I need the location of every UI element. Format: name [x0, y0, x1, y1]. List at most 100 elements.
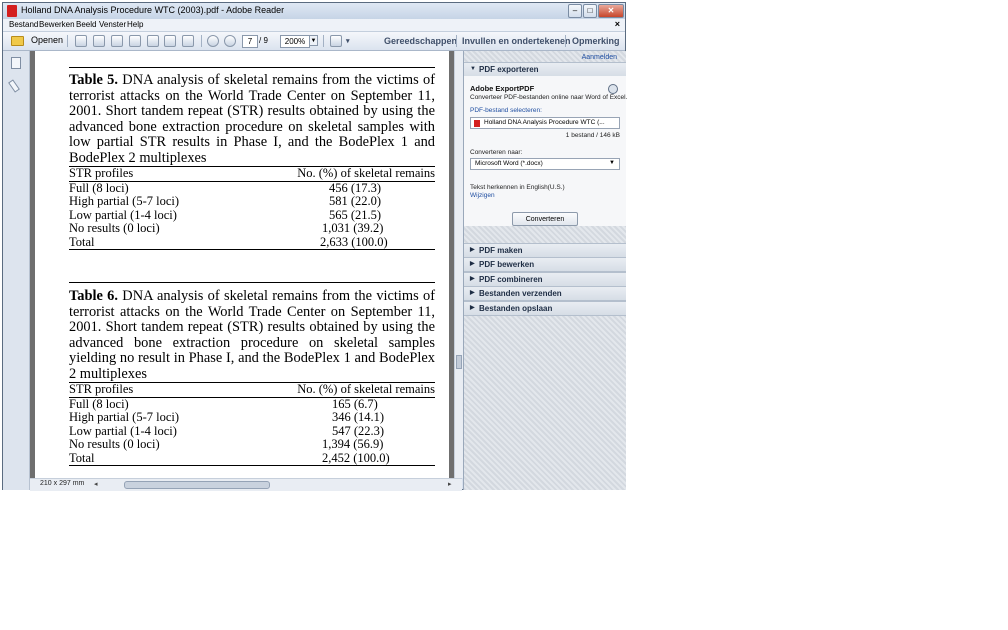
folder-icon [11, 36, 24, 46]
toolbar-separator [456, 35, 457, 47]
section-label: PDF bewerken [479, 260, 535, 269]
section-pdf-bewerken[interactable]: ▶ PDF bewerken [464, 257, 626, 272]
save-icon[interactable] [147, 35, 159, 47]
table-rule [69, 249, 435, 250]
row-value: 2,633 (100.0) [320, 234, 388, 249]
select-file-link[interactable]: PDF-bestand selecteren: [470, 107, 542, 114]
table-row: High partial (5-7 loci) 346 (14.1) [69, 410, 435, 425]
collapsed-arrow-icon: ▶ [470, 305, 475, 311]
section-bestanden-verzenden[interactable]: ▶ Bestanden verzenden [464, 286, 626, 301]
menu-bar: Bestand Bewerken Beeld Venster Help × [3, 19, 625, 32]
table-row: No results (0 loci) 1,031 (39.2) [69, 221, 435, 236]
export-description: Converteer PDF-bestanden online naar Wor… [470, 94, 628, 101]
page-thumbnails-icon[interactable] [11, 57, 21, 69]
file-name: Holland DNA Analysis Procedure WTC (... [484, 119, 605, 126]
convert-to-label: Converteren naar: [470, 149, 523, 156]
menu-venster[interactable]: Venster [99, 20, 126, 29]
table-header: STR profiles No. (%) of skeletal remains [69, 382, 435, 397]
export-pdf-body: Adobe ExportPDF Converteer PDF-bestanden… [464, 76, 628, 226]
comment-button[interactable]: Opmerking [572, 36, 620, 46]
column-header: No. (%) of skeletal remains [297, 166, 435, 180]
table-row: Low partial (1-4 loci) 565 (21.5) [69, 207, 435, 223]
toolbar: Openen 7 / 9 200% ▼ ▾ Gereedschappen Inv… [3, 32, 625, 51]
open-button[interactable]: Openen [11, 34, 63, 48]
combine-icon[interactable] [93, 35, 105, 47]
horizontal-scrollbar-thumb[interactable] [124, 481, 270, 489]
email-icon[interactable] [182, 35, 194, 47]
menu-beeld[interactable]: Beeld [76, 20, 96, 29]
collapsed-arrow-icon: ▶ [470, 247, 475, 253]
scrollbar-thumb[interactable] [456, 355, 462, 369]
page-size-label: 210 x 297 mm [40, 480, 85, 487]
cloud-upload-icon[interactable] [129, 35, 141, 47]
table-row: Full (8 loci) 165 (6.7) [69, 396, 435, 412]
section-pdf-combineren[interactable]: ▶ PDF combineren [464, 272, 626, 287]
column-header: No. (%) of skeletal remains [297, 382, 435, 396]
collapsed-arrow-icon: ▶ [470, 261, 475, 267]
table-5: Table 5. DNA analysis of skeletal remain… [69, 72, 435, 250]
convert-button[interactable]: Converteren [512, 212, 578, 226]
scroll-left-icon[interactable]: ◂ [94, 480, 98, 488]
section-pdf-maken[interactable]: ▶ PDF maken [464, 243, 626, 258]
table-row: Total 2,452 (100.0) [69, 450, 435, 466]
chevron-down-icon: ▼ [609, 160, 615, 166]
row-value: 2,452 (100.0) [322, 450, 390, 465]
table-row: Full (8 loci) 456 (17.3) [69, 181, 435, 196]
attachments-icon[interactable] [8, 79, 20, 93]
create-pdf-icon[interactable] [75, 35, 87, 47]
convert-to-value: Microsoft Word (*.docx) [475, 160, 543, 167]
app-window: Holland DNA Analysis Procedure WTC (2003… [2, 2, 628, 491]
table-caption: Table 5. DNA analysis of skeletal remain… [69, 72, 435, 166]
column-header: STR profiles [69, 166, 134, 180]
change-language-link[interactable]: Wijzigen [470, 192, 495, 199]
maximize-button[interactable]: □ [583, 4, 597, 18]
page-number-input[interactable]: 7 [242, 35, 258, 48]
menu-bestand[interactable]: Bestand [9, 20, 38, 29]
row-value: 1,031 (39.2) [322, 221, 384, 235]
table-top-rule [69, 282, 435, 283]
section-bestanden-opslaan[interactable]: ▶ Bestanden opslaan [464, 301, 626, 316]
row-label: Full (8 loci) [69, 396, 129, 411]
print-icon[interactable] [164, 35, 176, 47]
zoom-dropdown-icon[interactable]: ▼ [309, 35, 318, 46]
row-label: Total [69, 234, 95, 249]
scroll-right-icon[interactable]: ▸ [448, 480, 452, 488]
info-icon[interactable] [608, 84, 618, 94]
fill-sign-button[interactable]: Invullen en ondertekenen [462, 36, 571, 46]
menu-bewerken[interactable]: Bewerken [39, 20, 75, 29]
toolbar-separator [565, 35, 566, 47]
previous-page-icon[interactable] [207, 35, 219, 47]
table-rule [69, 465, 435, 466]
caption-text: DNA analysis of skeletal remains from th… [69, 72, 435, 166]
tools-button[interactable]: Gereedschappen [384, 36, 457, 46]
close-button[interactable]: ✕ [598, 4, 624, 18]
table-header: STR profiles No. (%) of skeletal remains [69, 166, 435, 181]
row-label: Low partial (1-4 loci) [69, 207, 177, 222]
edit-icon[interactable] [111, 35, 123, 47]
table-row: Low partial (1-4 loci) 547 (22.3) [69, 424, 435, 439]
document-close-icon[interactable]: × [615, 19, 620, 29]
zoom-input[interactable]: 200% [280, 35, 310, 48]
selected-file[interactable]: Holland DNA Analysis Procedure WTC (... [470, 117, 620, 129]
minimize-button[interactable]: – [568, 4, 582, 18]
row-value: 165 (6.7) [332, 396, 378, 411]
convert-to-select[interactable]: Microsoft Word (*.docx) ▼ [470, 158, 620, 170]
file-size: 1 bestand / 146 kB [565, 132, 620, 139]
export-pdf-header[interactable]: ▼ PDF exporteren [464, 62, 626, 77]
vertical-scrollbar[interactable] [454, 51, 463, 478]
section-label: Bestanden opslaan [479, 304, 553, 313]
read-mode-icon[interactable] [330, 35, 342, 47]
table-row: Total 2,633 (100.0) [69, 234, 435, 250]
next-page-icon[interactable] [224, 35, 236, 47]
table-row: High partial (5-7 loci) 581 (22.0) [69, 194, 435, 209]
sign-in-link[interactable]: Aanmelden [582, 54, 617, 61]
collapsed-arrow-icon: ▶ [470, 276, 475, 282]
column-header: STR profiles [69, 382, 134, 396]
section-label: Bestanden verzenden [479, 289, 562, 298]
menu-help[interactable]: Help [127, 20, 143, 29]
row-label: High partial (5-7 loci) [69, 410, 180, 424]
toolbar-options-icon[interactable]: ▾ [346, 37, 350, 45]
window-title: Holland DNA Analysis Procedure WTC (2003… [21, 5, 285, 15]
document-view[interactable]: Table 5. DNA analysis of skeletal remain… [30, 51, 454, 478]
table-label: Table 6. [69, 288, 118, 304]
